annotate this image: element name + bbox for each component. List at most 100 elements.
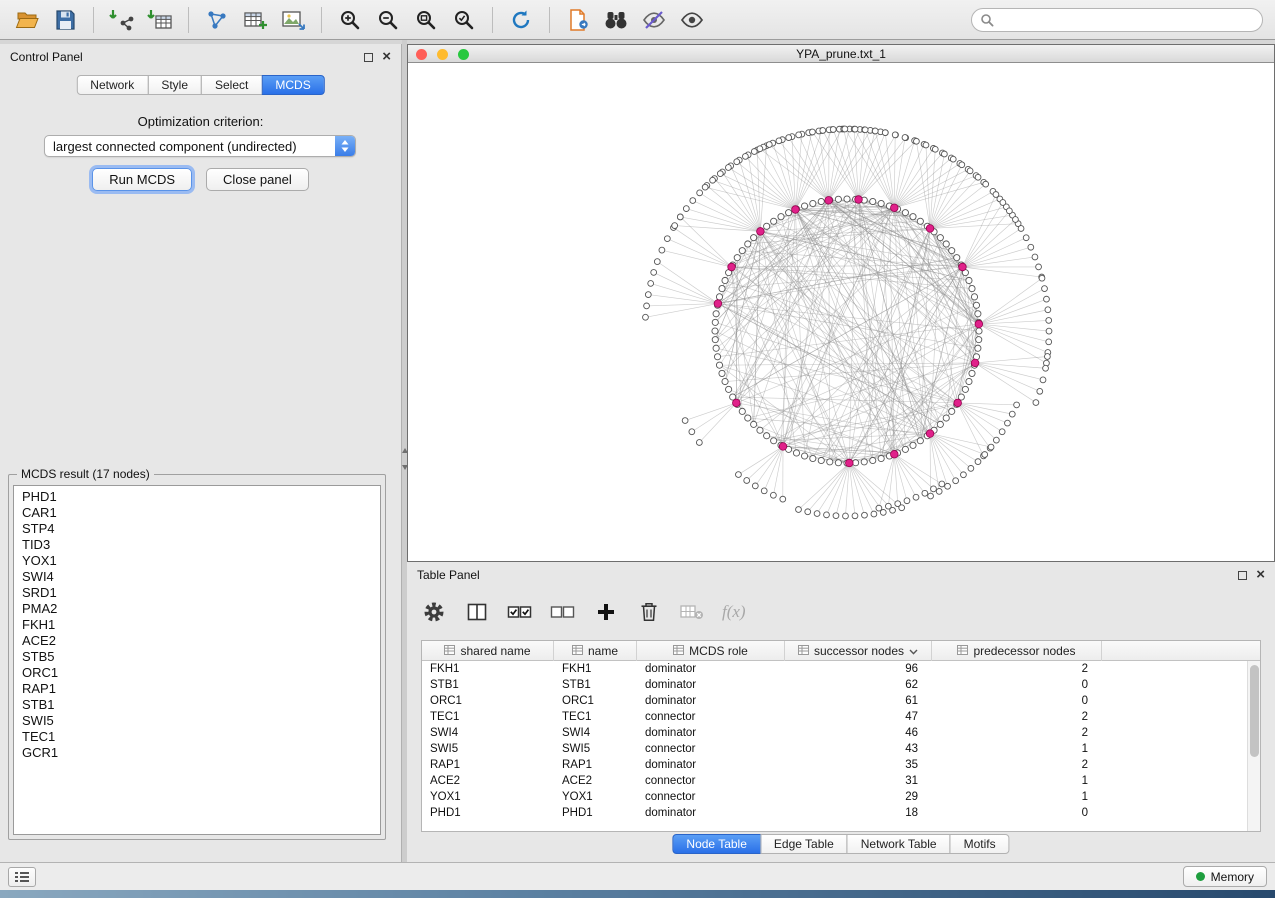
table-cell[interactable]: connector (637, 789, 785, 805)
criterion-dropdown[interactable]: largest connected component (undirected) (44, 135, 356, 157)
table-cell[interactable]: ACE2 (422, 773, 554, 789)
table-cell[interactable]: 2 (932, 709, 1102, 725)
tab-select[interactable]: Select (201, 75, 262, 95)
table-cell[interactable]: 18 (785, 805, 932, 821)
select-all-button[interactable] (507, 599, 533, 625)
table-cell[interactable]: ORC1 (554, 693, 637, 709)
create-column-button[interactable] (593, 599, 619, 625)
tab-node-table[interactable]: Node Table (672, 834, 761, 854)
table-cell[interactable]: 31 (785, 773, 932, 789)
float-panel-icon[interactable] (364, 53, 373, 62)
close-mcds-panel-button[interactable]: Close panel (206, 168, 309, 191)
mcds-result-item[interactable]: SWI4 (14, 569, 380, 585)
table-cell[interactable]: dominator (637, 757, 785, 773)
table-cell[interactable]: dominator (637, 805, 785, 821)
import-table-file-button[interactable] (141, 4, 179, 36)
mcds-result-item[interactable]: GCR1 (14, 745, 380, 761)
save-session-button[interactable] (46, 4, 84, 36)
table-cell[interactable]: 62 (785, 677, 932, 693)
table-cell[interactable]: dominator (637, 693, 785, 709)
tab-style[interactable]: Style (147, 75, 202, 95)
table-settings-button[interactable] (421, 599, 447, 625)
mcds-result-item[interactable]: ORC1 (14, 665, 380, 681)
table-cell[interactable]: PHD1 (422, 805, 554, 821)
mcds-result-item[interactable]: STP4 (14, 521, 380, 537)
tab-network-table[interactable]: Network Table (847, 834, 951, 854)
table-cell[interactable]: 61 (785, 693, 932, 709)
mcds-result-item[interactable]: CAR1 (14, 505, 380, 521)
refresh-layout-button[interactable] (502, 4, 540, 36)
new-network-button[interactable] (198, 4, 236, 36)
import-network-file-button[interactable] (103, 4, 141, 36)
column-header-name[interactable]: name (554, 641, 637, 661)
table-row[interactable]: FKH1FKH1dominator962 (422, 661, 1260, 677)
show-all-button[interactable] (673, 4, 711, 36)
column-header-predecessor-nodes[interactable]: predecessor nodes (932, 641, 1102, 661)
table-cell[interactable]: 2 (932, 725, 1102, 741)
zoom-selected-button[interactable] (445, 4, 483, 36)
table-cell[interactable]: FKH1 (422, 661, 554, 677)
table-cell[interactable]: 43 (785, 741, 932, 757)
mcds-result-item[interactable]: SRD1 (14, 585, 380, 601)
table-row[interactable]: ACE2ACE2connector311 (422, 773, 1260, 789)
table-cell[interactable]: 1 (932, 741, 1102, 757)
table-row[interactable]: RAP1RAP1dominator352 (422, 757, 1260, 773)
show-columns-button[interactable] (464, 599, 490, 625)
column-header-shared-name[interactable]: shared name (422, 641, 554, 661)
table-cell[interactable]: STB1 (554, 677, 637, 693)
mcds-result-item[interactable]: ACE2 (14, 633, 380, 649)
mcds-result-item[interactable]: SWI5 (14, 713, 380, 729)
tab-motifs[interactable]: Motifs (950, 834, 1010, 854)
column-header-successor-nodes[interactable]: successor nodes (785, 641, 932, 661)
table-cell[interactable]: SWI5 (554, 741, 637, 757)
close-panel-icon[interactable]: × (382, 51, 391, 63)
tab-edge-table[interactable]: Edge Table (760, 834, 848, 854)
table-cell[interactable]: 0 (932, 693, 1102, 709)
table-row[interactable]: ORC1ORC1dominator610 (422, 693, 1260, 709)
table-cell[interactable]: connector (637, 741, 785, 757)
table-cell[interactable]: dominator (637, 725, 785, 741)
find-button[interactable] (597, 4, 635, 36)
table-row[interactable]: SWI5SWI5connector431 (422, 741, 1260, 757)
table-cell[interactable]: 96 (785, 661, 932, 677)
table-cell[interactable]: 46 (785, 725, 932, 741)
table-row[interactable]: YOX1YOX1connector291 (422, 789, 1260, 805)
table-cell[interactable]: SWI4 (554, 725, 637, 741)
table-cell[interactable]: ACE2 (554, 773, 637, 789)
run-mcds-button[interactable]: Run MCDS (92, 168, 192, 191)
table-cell[interactable]: 29 (785, 789, 932, 805)
table-cell[interactable]: dominator (637, 661, 785, 677)
zoom-in-button[interactable] (331, 4, 369, 36)
open-session-button[interactable] (8, 4, 46, 36)
tab-network[interactable]: Network (76, 75, 148, 95)
table-row[interactable]: SWI4SWI4dominator462 (422, 725, 1260, 741)
table-cell[interactable]: 1 (932, 789, 1102, 805)
table-cell[interactable]: 2 (932, 661, 1102, 677)
table-row[interactable]: PHD1PHD1dominator180 (422, 805, 1260, 821)
function-builder-button[interactable]: f(x) (722, 602, 746, 622)
table-scrollbar[interactable] (1247, 661, 1260, 831)
table-cell[interactable]: SWI4 (422, 725, 554, 741)
table-cell[interactable]: connector (637, 773, 785, 789)
hide-selected-button[interactable] (635, 4, 673, 36)
close-window-icon[interactable] (416, 49, 427, 60)
table-cell[interactable]: TEC1 (554, 709, 637, 725)
table-cell[interactable]: STB1 (422, 677, 554, 693)
mcds-result-item[interactable]: YOX1 (14, 553, 380, 569)
table-cell[interactable]: SWI5 (422, 741, 554, 757)
table-cell[interactable]: FKH1 (554, 661, 637, 677)
chevron-down-icon[interactable] (909, 644, 918, 658)
table-cell[interactable]: dominator (637, 677, 785, 693)
mcds-result-item[interactable]: STB1 (14, 697, 380, 713)
table-cell[interactable]: 0 (932, 677, 1102, 693)
deselect-all-button[interactable] (550, 599, 576, 625)
console-button[interactable] (8, 867, 36, 887)
maximize-window-icon[interactable] (458, 49, 469, 60)
tab-mcds[interactable]: MCDS (261, 75, 324, 95)
float-table-panel-icon[interactable] (1238, 571, 1247, 580)
new-table-button[interactable] (236, 4, 274, 36)
export-document-button[interactable] (559, 4, 597, 36)
table-cell[interactable]: TEC1 (422, 709, 554, 725)
table-cell[interactable]: connector (637, 709, 785, 725)
table-cell[interactable]: 47 (785, 709, 932, 725)
